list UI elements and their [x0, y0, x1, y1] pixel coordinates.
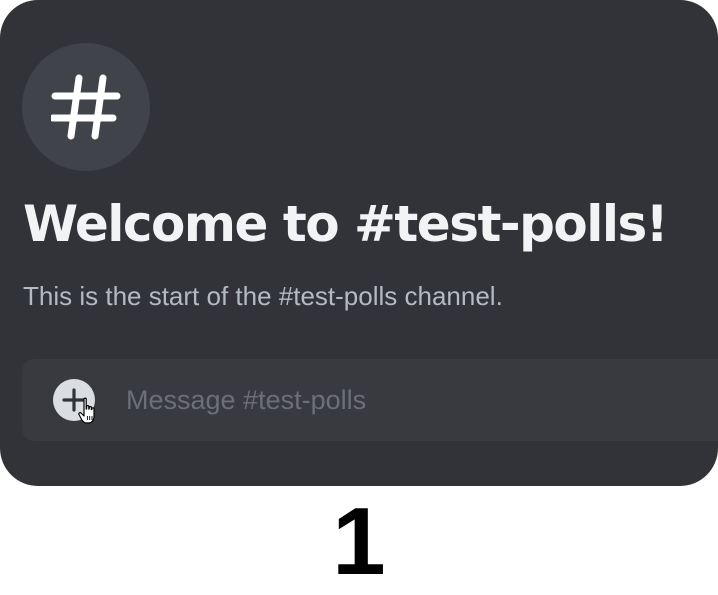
welcome-title: Welcome to #test-polls!: [23, 195, 669, 253]
message-input[interactable]: [126, 377, 706, 423]
welcome-subtitle: This is the start of the #test-polls cha…: [23, 281, 503, 311]
hand-pointer-cursor-icon: [78, 397, 95, 424]
step-number-label: 1: [332, 488, 386, 595]
hash-icon: [51, 74, 121, 140]
message-composer: [22, 359, 718, 441]
channel-welcome-panel: Welcome to #test-polls! This is the star…: [0, 0, 718, 486]
channel-hash-avatar: [22, 43, 150, 171]
